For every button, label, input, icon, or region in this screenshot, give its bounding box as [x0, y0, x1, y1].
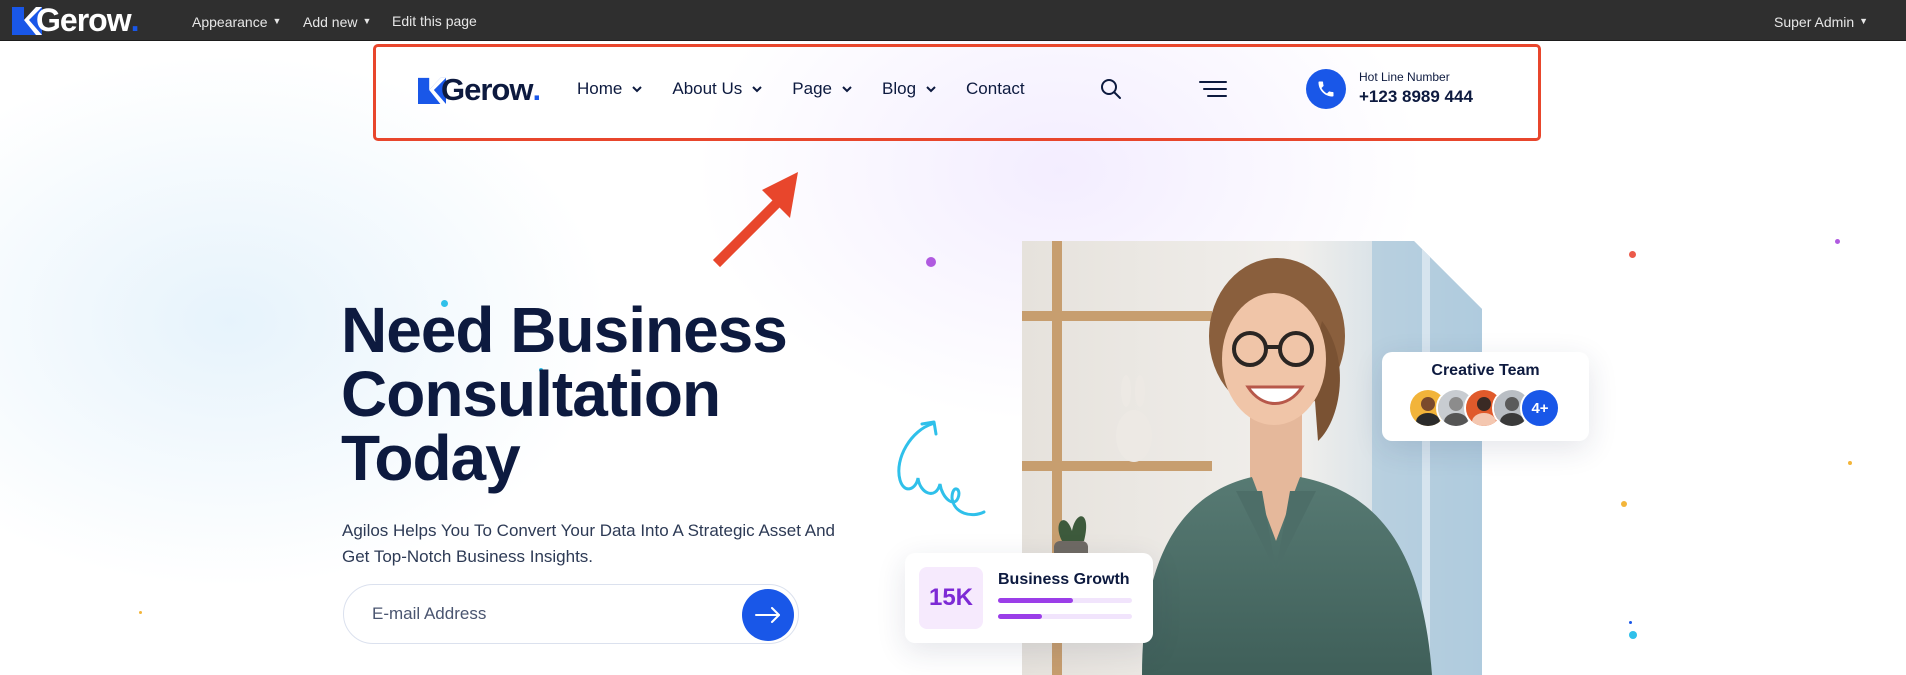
admin-menu-add-new-label: Add new: [303, 14, 358, 30]
decor-dot: [926, 257, 936, 267]
creative-team-card: Creative Team 4+: [1382, 352, 1589, 441]
hero-title-line: Need Business: [341, 294, 788, 366]
hero-title-line: Consultation: [341, 358, 721, 430]
decor-dot: [1621, 501, 1627, 507]
growth-progress-bar: [998, 598, 1132, 603]
hero-description: Agilos Helps You To Convert Your Data In…: [342, 521, 836, 566]
arrow-right-icon: [755, 607, 780, 623]
admin-menu-add-new[interactable]: Add new ▼: [303, 0, 371, 41]
admin-bar: Gerow. Appearance ▼ Add new ▼ Edit this pa…: [0, 0, 1906, 41]
admin-logo-text: Gerow: [36, 1, 132, 38]
email-input[interactable]: [372, 585, 732, 643]
growth-progress-fill: [998, 598, 1074, 603]
header-highlight-box: [373, 44, 1541, 141]
annotation-arrow-icon: [712, 172, 798, 268]
decor-dot: [1848, 461, 1852, 465]
growth-progress-bar: [998, 614, 1132, 619]
caret-down-icon: ▼: [1859, 16, 1869, 26]
logo-dot: .: [130, 1, 140, 38]
decor-dot: [139, 611, 142, 614]
growth-progress-fill: [998, 614, 1043, 619]
caret-down-icon: ▼: [272, 16, 282, 26]
more-members-badge[interactable]: 4+: [1520, 388, 1560, 428]
admin-user-label: Super Admin: [1774, 14, 1855, 30]
admin-menu-edit-page[interactable]: Edit this page: [392, 0, 477, 41]
growth-title: Business Growth: [998, 571, 1130, 588]
admin-menu-appearance-label: Appearance: [192, 14, 268, 30]
squiggle-decoration-icon: [897, 420, 986, 517]
avatar-group: 4+: [1408, 388, 1560, 430]
decor-dot: [1629, 251, 1636, 258]
submit-button[interactable]: [742, 589, 794, 641]
decor-dot: [1629, 631, 1637, 639]
admin-menu-edit-page-label: Edit this page: [392, 13, 477, 29]
business-growth-card: 15K Business Growth: [905, 553, 1153, 643]
decor-dot: [1835, 239, 1840, 244]
admin-menu-appearance[interactable]: Appearance ▼: [192, 0, 281, 41]
creative-team-title: Creative Team: [1431, 362, 1540, 379]
growth-stat: 15K: [919, 567, 983, 629]
admin-bar-logo[interactable]: Gerow.: [12, 2, 139, 38]
caret-down-icon: ▼: [362, 16, 372, 26]
newsletter-form: [343, 584, 799, 644]
hero-title-line: Today: [341, 422, 521, 494]
admin-user-menu[interactable]: Super Admin ▼: [1774, 0, 1868, 41]
hero-title: Need Business Consultation Today: [341, 298, 861, 490]
decor-dot: [1629, 621, 1632, 624]
